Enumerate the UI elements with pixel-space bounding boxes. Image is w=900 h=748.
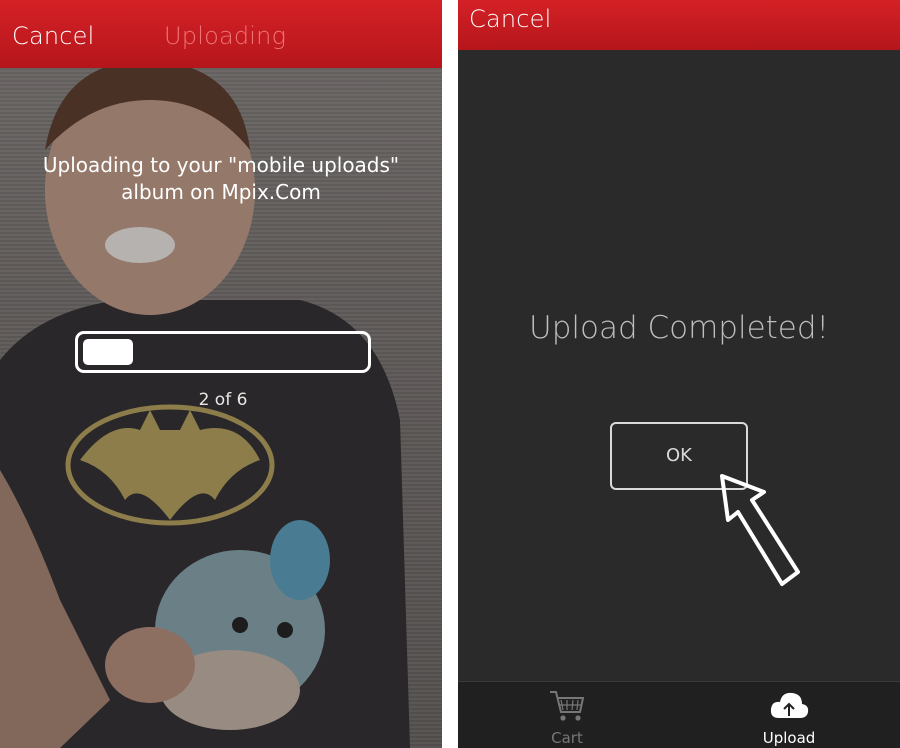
upload-message-line2: album on Mpix.Com bbox=[121, 180, 321, 204]
tab-upload-label: Upload bbox=[762, 729, 816, 747]
tab-upload[interactable]: Upload bbox=[734, 682, 844, 748]
upload-progress-bar bbox=[75, 331, 371, 373]
tab-cart-label: Cart bbox=[551, 729, 583, 747]
screen-title: Uploading bbox=[164, 22, 287, 50]
photo-dim-overlay bbox=[0, 0, 442, 748]
cart-icon bbox=[550, 691, 585, 721]
top-bar: Cancel bbox=[458, 0, 900, 50]
tab-cart[interactable]: Cart bbox=[512, 682, 622, 748]
upload-complete-screen: Cancel Upload Completed! OK Cart Upload bbox=[458, 0, 900, 748]
upload-message: Uploading to your "mobile uploads" album… bbox=[30, 152, 412, 206]
pointer-arrow-icon bbox=[720, 474, 800, 586]
cloud-upload-icon bbox=[770, 692, 809, 718]
background-photo bbox=[0, 0, 442, 748]
cancel-button[interactable]: Cancel bbox=[12, 22, 95, 50]
uploading-screen: Cancel Uploading Uploading to your "mobi… bbox=[0, 0, 442, 748]
panel-divider bbox=[442, 0, 458, 748]
cancel-button[interactable]: Cancel bbox=[469, 5, 552, 33]
upload-message-line1: Uploading to your "mobile uploads" bbox=[42, 153, 400, 177]
upload-completed-message: Upload Completed! bbox=[529, 310, 829, 346]
progress-count: 2 of 6 bbox=[198, 390, 248, 410]
progress-fill bbox=[83, 339, 133, 365]
bottom-tab-bar: Cart Upload bbox=[458, 681, 900, 748]
top-bar: Cancel Uploading bbox=[0, 0, 442, 68]
